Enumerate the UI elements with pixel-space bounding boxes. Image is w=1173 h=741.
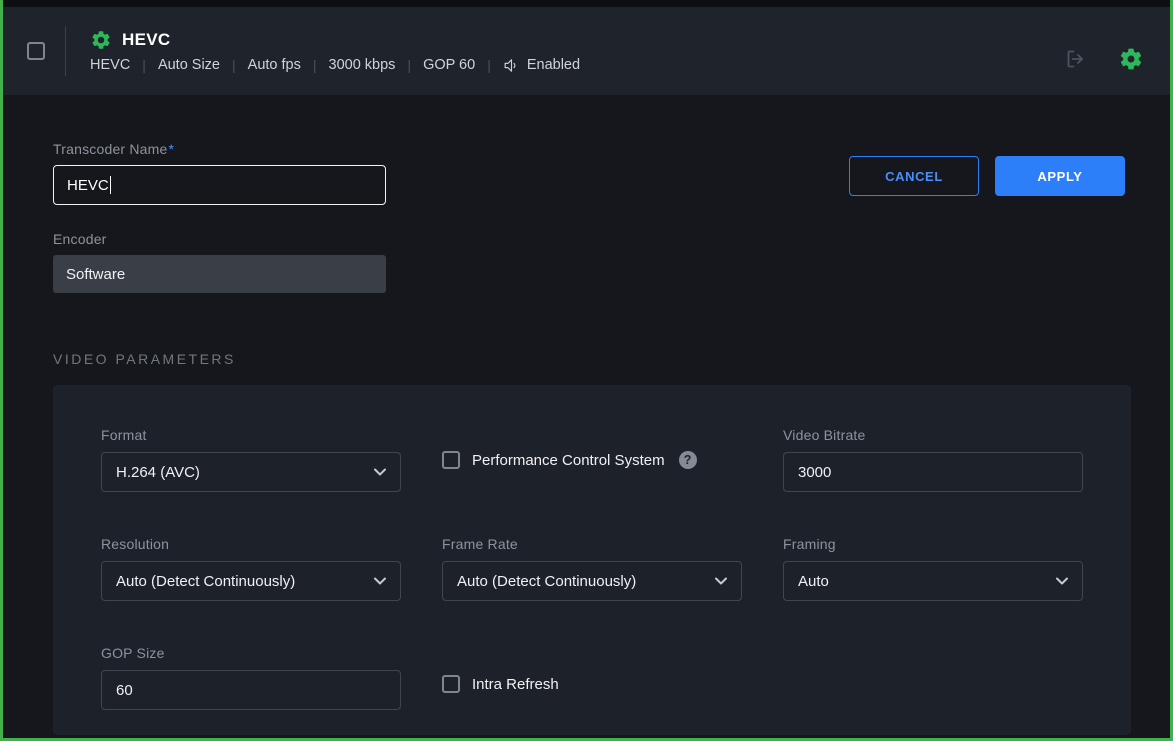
- cancel-button[interactable]: CANCEL: [849, 156, 979, 196]
- transcoder-name-value: HEVC: [67, 177, 109, 194]
- intra-refresh-field: Intra Refresh: [442, 645, 742, 710]
- name-and-actions-row: Transcoder Name* HEVC CANCEL APPLY: [53, 141, 1125, 205]
- intra-refresh-row: Intra Refresh: [442, 675, 742, 693]
- transcoder-summary: HEVC | Auto Size | Auto fps | 3000 kbps …: [90, 57, 1064, 74]
- summary-gop: GOP 60: [423, 57, 475, 73]
- header-info: HEVC HEVC | Auto Size | Auto fps | 3000 …: [90, 29, 1064, 74]
- chevron-down-icon: [374, 577, 386, 585]
- text-caret: [110, 176, 112, 194]
- gop-size-label: GOP Size: [101, 645, 401, 661]
- frame-rate-value: Auto (Detect Continuously): [457, 573, 636, 590]
- framing-value: Auto: [798, 573, 829, 590]
- video-bitrate-field: Video Bitrate: [783, 427, 1083, 492]
- summary-separator: |: [407, 57, 411, 73]
- framing-select[interactable]: Auto: [783, 561, 1083, 601]
- framing-field: Framing Auto: [783, 536, 1083, 601]
- required-marker: *: [169, 141, 175, 157]
- resolution-value: Auto (Detect Continuously): [116, 573, 295, 590]
- form-actions: CANCEL APPLY: [849, 156, 1125, 196]
- help-icon[interactable]: ?: [679, 451, 697, 469]
- transcoder-gear-icon: [90, 29, 112, 51]
- audio-status: Enabled: [503, 57, 580, 74]
- resolution-field: Resolution Auto (Detect Continuously): [101, 536, 401, 601]
- performance-control-field: Performance Control System ?: [442, 427, 742, 492]
- speaker-icon: [503, 57, 520, 74]
- encoder-field: Encoder Software: [53, 231, 1125, 293]
- video-bitrate-label: Video Bitrate: [783, 427, 1083, 443]
- header-actions: [1064, 46, 1144, 72]
- transcoder-name-label: Transcoder Name*: [53, 141, 386, 157]
- performance-control-row: Performance Control System ?: [442, 451, 742, 469]
- title-row: HEVC: [90, 29, 1064, 51]
- format-value: H.264 (AVC): [116, 464, 200, 481]
- summary-separator: |: [313, 57, 317, 73]
- header-divider: [65, 26, 66, 76]
- intra-refresh-label: Intra Refresh: [472, 676, 559, 693]
- settings-form: Transcoder Name* HEVC CANCEL APPLY Encod…: [3, 95, 1170, 738]
- frame-rate-select[interactable]: Auto (Detect Continuously): [442, 561, 742, 601]
- format-label: Format: [101, 427, 401, 443]
- summary-bitrate: 3000 kbps: [329, 57, 396, 73]
- empty-cell: [783, 645, 1083, 710]
- transcoder-settings-page: HEVC HEVC | Auto Size | Auto fps | 3000 …: [0, 0, 1173, 741]
- header-bar: HEVC HEVC | Auto Size | Auto fps | 3000 …: [3, 7, 1170, 95]
- frame-rate-field: Frame Rate Auto (Detect Continuously): [442, 536, 742, 601]
- settings-gear-icon[interactable]: [1118, 46, 1144, 72]
- video-parameters-heading: VIDEO PARAMETERS: [53, 351, 1125, 367]
- summary-separator: |: [232, 57, 236, 73]
- gop-size-field: GOP Size: [101, 645, 401, 710]
- video-parameters-grid: Format H.264 (AVC) Performance Control S…: [101, 427, 1083, 710]
- summary-size: Auto Size: [158, 57, 220, 73]
- frame-rate-label: Frame Rate: [442, 536, 742, 552]
- intra-refresh-checkbox[interactable]: [442, 675, 460, 693]
- resolution-label: Resolution: [101, 536, 401, 552]
- video-bitrate-input[interactable]: [783, 452, 1083, 492]
- summary-codec: HEVC: [90, 57, 130, 73]
- select-transcoder-checkbox[interactable]: [27, 42, 45, 60]
- resolution-select[interactable]: Auto (Detect Continuously): [101, 561, 401, 601]
- format-select[interactable]: H.264 (AVC): [101, 452, 401, 492]
- page-title: HEVC: [122, 30, 170, 50]
- transcoder-name-field: Transcoder Name* HEVC: [53, 141, 386, 205]
- chevron-down-icon: [715, 577, 727, 585]
- top-strip: [3, 0, 1170, 7]
- apply-button[interactable]: APPLY: [995, 156, 1125, 196]
- audio-status-label: Enabled: [527, 57, 580, 73]
- chevron-down-icon: [1056, 577, 1068, 585]
- framing-label: Framing: [783, 536, 1083, 552]
- format-field: Format H.264 (AVC): [101, 427, 401, 492]
- export-icon[interactable]: [1064, 47, 1088, 71]
- encoder-value: Software: [53, 255, 386, 293]
- performance-control-checkbox[interactable]: [442, 451, 460, 469]
- summary-separator: |: [487, 57, 491, 73]
- chevron-down-icon: [374, 468, 386, 476]
- encoder-label: Encoder: [53, 231, 1125, 247]
- summary-separator: |: [142, 57, 146, 73]
- transcoder-name-input[interactable]: HEVC: [53, 165, 386, 205]
- performance-control-label: Performance Control System: [472, 452, 665, 469]
- video-parameters-panel: Format H.264 (AVC) Performance Control S…: [53, 385, 1131, 735]
- gop-size-input[interactable]: [101, 670, 401, 710]
- summary-fps: Auto fps: [248, 57, 301, 73]
